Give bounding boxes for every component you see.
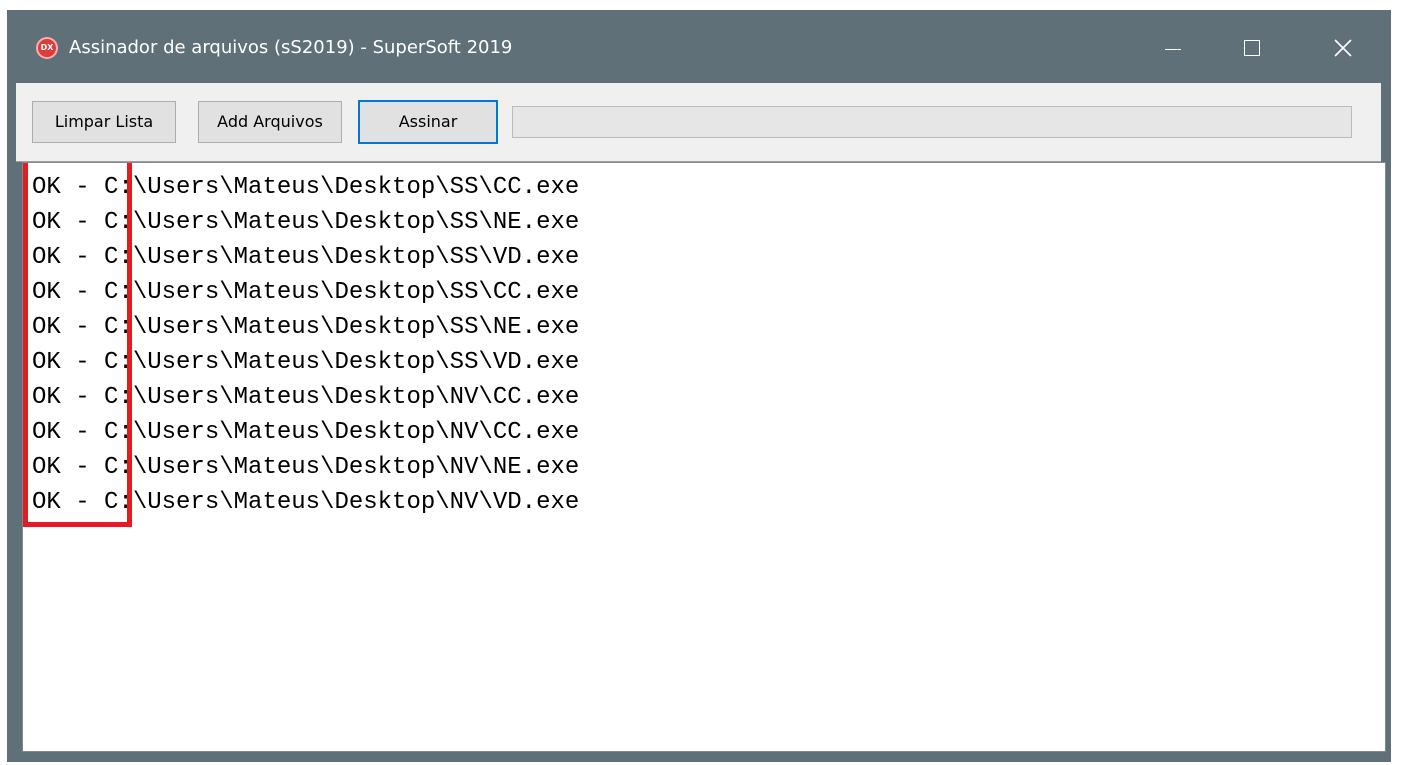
maximize-button[interactable] — [1227, 24, 1279, 70]
status-highlight-box — [23, 163, 132, 527]
toolbar: Limpar Lista Add Arquivos Assinar — [16, 83, 1381, 162]
progress-bar — [512, 106, 1352, 138]
file-list[interactable]: OK - C:\Users\Mateus\Desktop\SS\CC.exe OK… — [22, 162, 1386, 752]
close-icon — [1334, 39, 1352, 57]
sign-button[interactable]: Assinar — [358, 100, 498, 144]
minimize-button[interactable] — [1147, 24, 1199, 70]
title-bar[interactable]: DX Assinador de arquivos (sS2019) - Supe… — [7, 10, 1391, 83]
app-logo-icon: DX — [36, 37, 58, 59]
clear-list-button[interactable]: Limpar Lista — [32, 101, 176, 143]
add-files-button[interactable]: Add Arquivos — [198, 101, 342, 143]
app-window: DX Assinador de arquivos (sS2019) - Supe… — [7, 10, 1391, 762]
close-button[interactable] — [1317, 24, 1369, 70]
window-title: Assinador de arquivos (sS2019) - SuperSo… — [69, 37, 513, 58]
